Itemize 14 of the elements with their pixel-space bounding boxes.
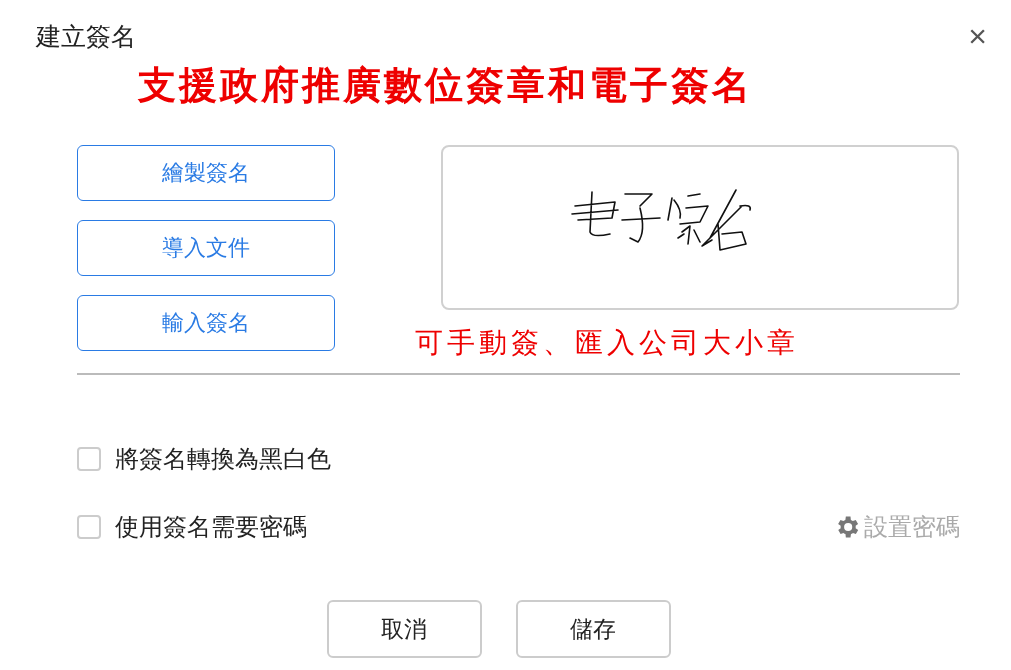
- signature-pad[interactable]: [441, 145, 959, 310]
- dialog-button[interactable]: 取消: [326, 600, 482, 658]
- checkbox-label: 使用簽名需要密碼: [115, 512, 307, 543]
- close-button[interactable]: ×: [964, 20, 991, 52]
- checkbox[interactable]: [77, 447, 101, 471]
- signature-source-button[interactable]: 繪製簽名: [77, 145, 335, 201]
- checkbox[interactable]: [77, 515, 101, 539]
- signature-source-button[interactable]: 輸入簽名: [77, 295, 335, 351]
- annotation-text: 可手動簽、匯入公司大小章: [415, 326, 800, 360]
- checkbox-label: 將簽名轉換為黑白色: [115, 444, 331, 475]
- signature-source-button[interactable]: 導入文件: [77, 220, 335, 276]
- annotation-text: 支援政府推廣數位簽章和電子簽名: [138, 62, 754, 108]
- dialog-button[interactable]: 儲存: [515, 600, 671, 658]
- dialog-title: 建立簽名: [36, 20, 136, 53]
